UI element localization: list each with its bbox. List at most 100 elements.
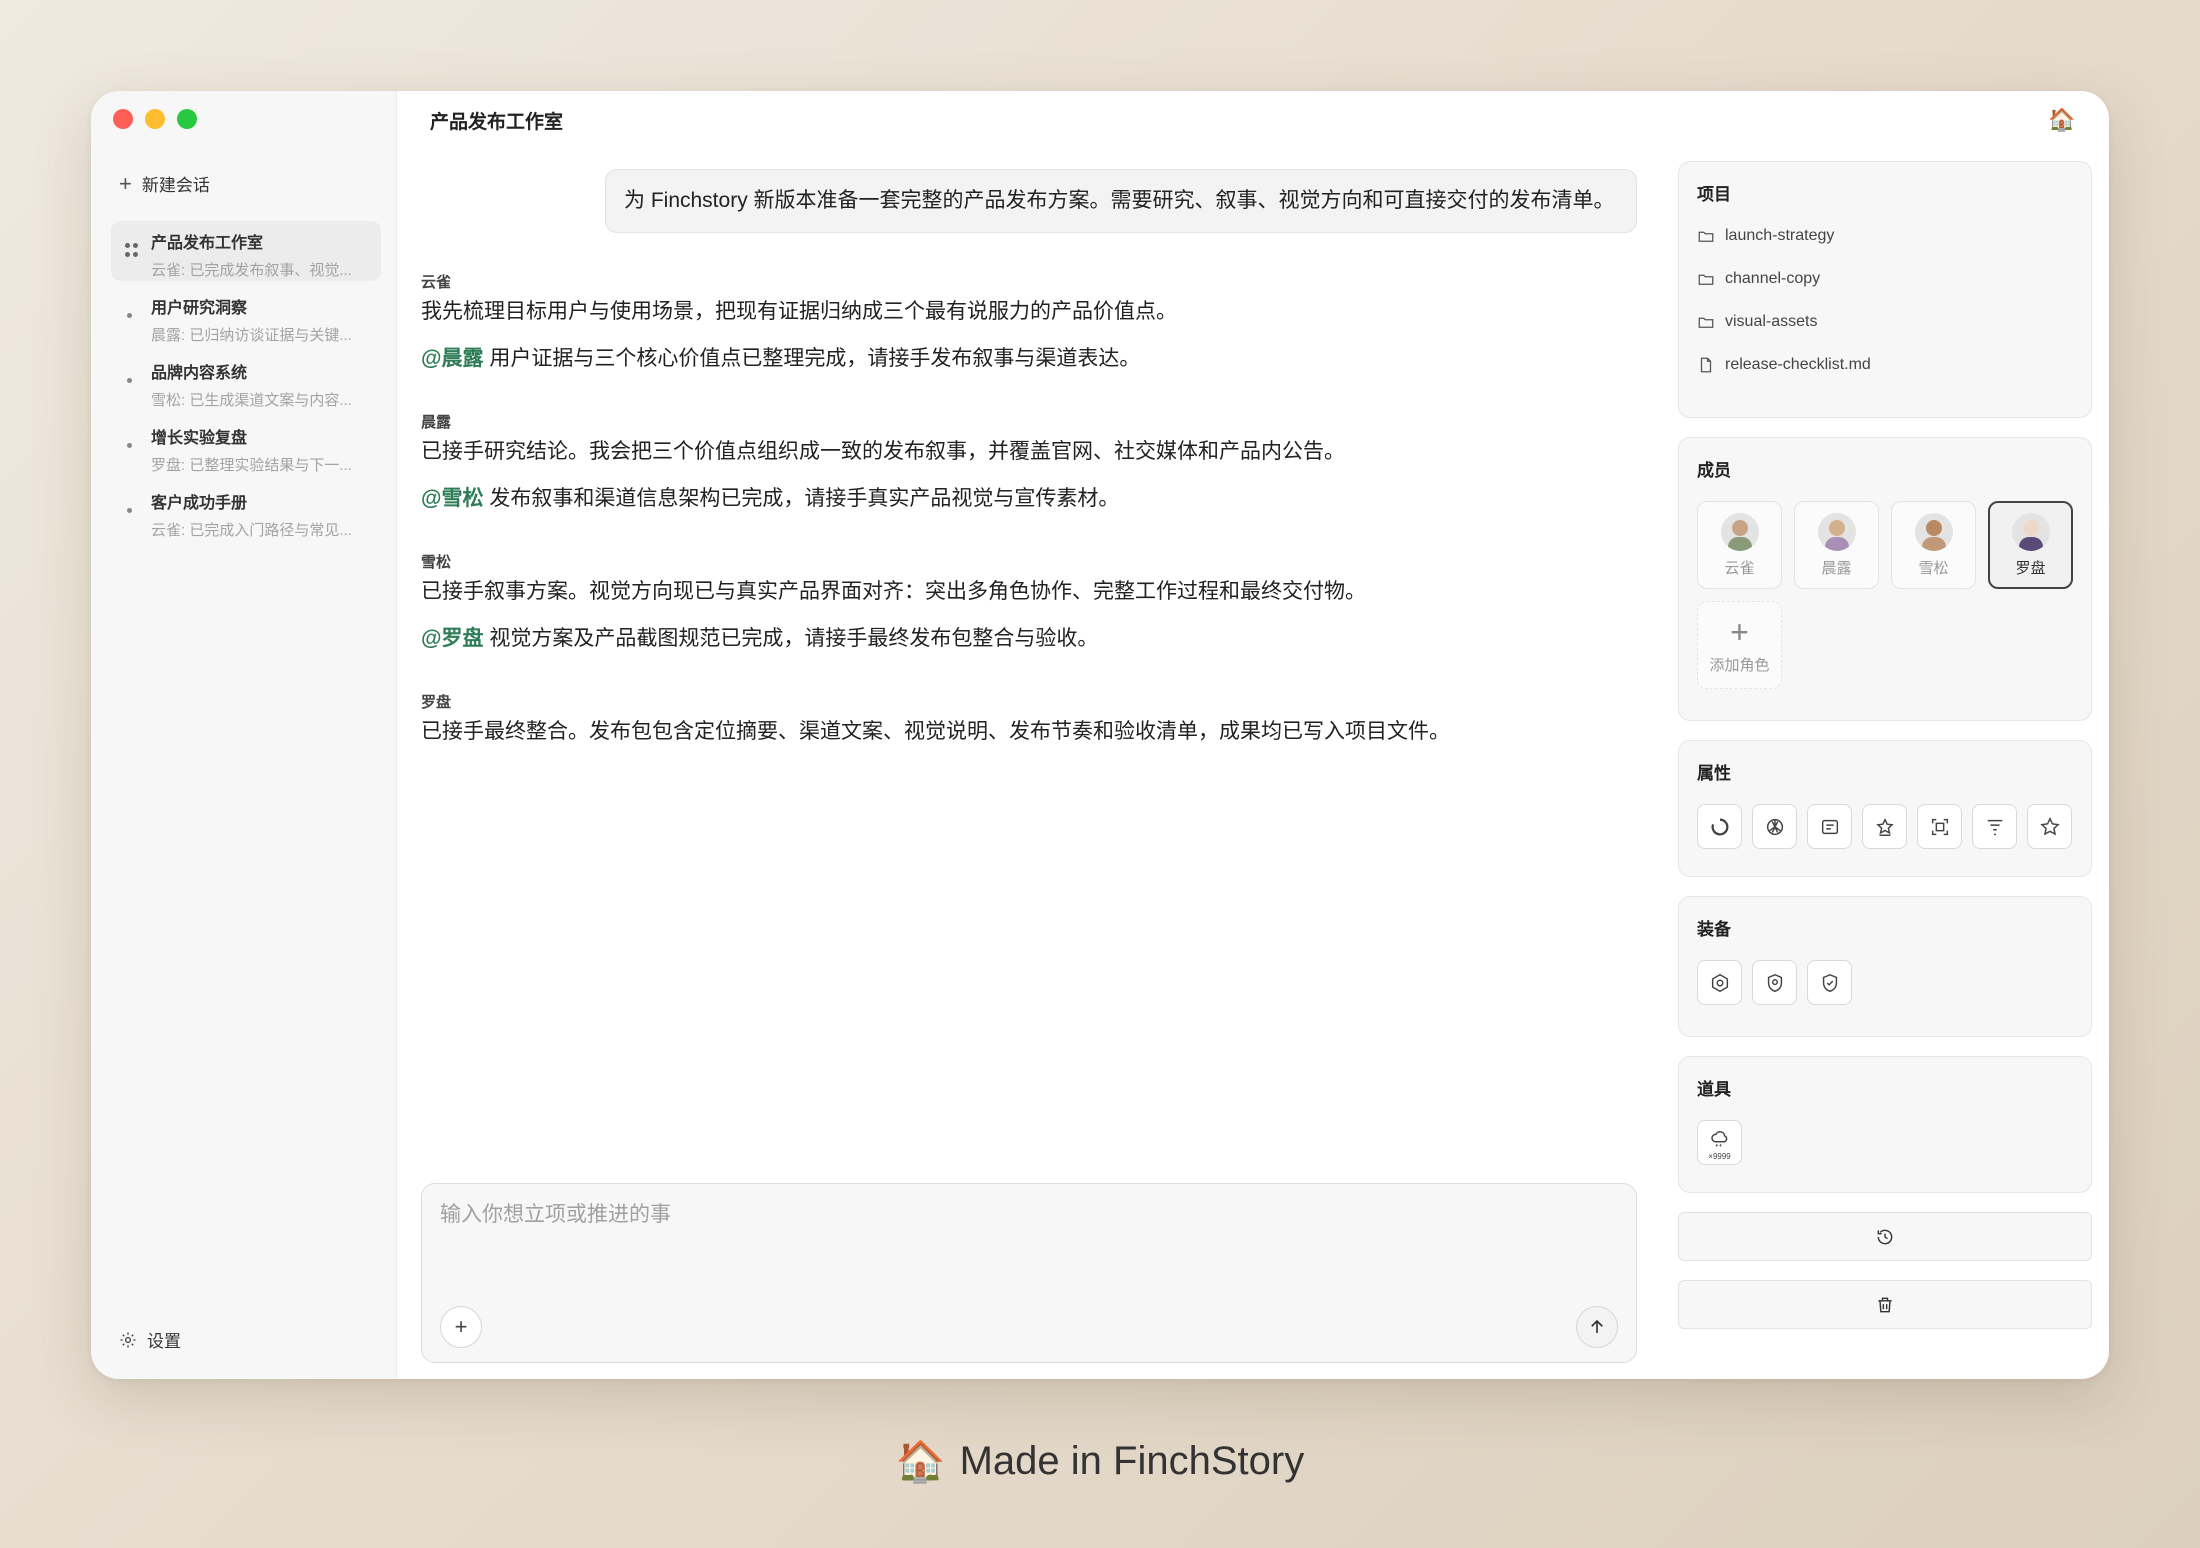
member-card[interactable]: 雪松 bbox=[1891, 501, 1976, 589]
progress-icon bbox=[1711, 818, 1728, 835]
filter-icon bbox=[1987, 819, 2002, 835]
send-button[interactable] bbox=[1576, 1306, 1618, 1348]
history-icon bbox=[1877, 1229, 1893, 1244]
house-icon: 🏠 bbox=[895, 1440, 946, 1484]
delete-button[interactable] bbox=[1678, 1280, 2092, 1329]
message-text: 已接手叙事方案。视觉方向现已与真实产品界面对齐：突出多角色协作、完整工作过程和最… bbox=[421, 580, 1366, 603]
attributes-card: 属性 bbox=[1678, 740, 2092, 877]
avatar bbox=[2011, 512, 2050, 551]
card-icon bbox=[1821, 819, 1838, 834]
project-card: 项目 launch-strategy channel-copy visual-a… bbox=[1678, 161, 2092, 418]
conversation-item[interactable]: 增长实验复盘 罗盘: 已整理实验结果与下一... bbox=[111, 416, 381, 476]
project-folder[interactable]: visual-assets bbox=[1697, 311, 2073, 333]
close-window-button[interactable] bbox=[113, 109, 133, 129]
message-input[interactable] bbox=[440, 1198, 1620, 1288]
maximize-window-button[interactable] bbox=[177, 109, 197, 129]
handoff-text: 发布叙事和渠道信息架构已完成，请接手真实产品视觉与宣传素材。 bbox=[489, 487, 1120, 510]
sidebar: + 新建会话 产品发布工作室 云雀: 已完成发布叙事、视觉... 用户研究洞察 … bbox=[91, 91, 397, 1379]
message-text: 已接手最终整合。发布包包含定位摘要、渠道文案、视觉说明、发布节奏和验收清单，成果… bbox=[421, 720, 1450, 743]
agent-message: 罗盘 已接手最终整合。发布包包含定位摘要、渠道文案、视觉说明、发布节奏和验收清单… bbox=[421, 691, 1637, 746]
mention-tag[interactable]: @雪松 bbox=[421, 487, 483, 510]
member-card[interactable]: 晨露 bbox=[1794, 501, 1879, 589]
progress-button[interactable] bbox=[1697, 804, 1742, 849]
avatar bbox=[1817, 512, 1856, 551]
message-speaker: 云雀 bbox=[421, 274, 452, 291]
new-chat-button[interactable]: + 新建会话 bbox=[119, 171, 210, 196]
message-composer: + bbox=[421, 1183, 1637, 1363]
conversation-preview: 晨露: 已归纳访谈证据与关键... bbox=[151, 327, 352, 344]
new-chat-label: 新建会话 bbox=[141, 176, 210, 195]
file-icon bbox=[1700, 357, 1712, 373]
page-title: 产品发布工作室 bbox=[430, 112, 564, 133]
project-folder[interactable]: channel-copy bbox=[1697, 268, 2073, 290]
house-icon[interactable]: 🏠 bbox=[2047, 105, 2077, 135]
items-card: 道具 ×9999 bbox=[1678, 1056, 2092, 1193]
footer-credit: 🏠 Made in FinchStory bbox=[0, 1438, 2200, 1485]
items-title: 道具 bbox=[1697, 1080, 1731, 1099]
dot-icon bbox=[127, 378, 132, 383]
member-card[interactable]: 云雀 bbox=[1697, 501, 1782, 589]
dot-icon bbox=[127, 508, 132, 513]
conversation-item[interactable]: 产品发布工作室 云雀: 已完成发布叙事、视觉... bbox=[111, 221, 381, 281]
scan-button[interactable] bbox=[1917, 804, 1962, 849]
item-list: ×9999 bbox=[1697, 1120, 2073, 1165]
star-icon bbox=[2039, 816, 2060, 835]
mention-tag[interactable]: @罗盘 bbox=[421, 627, 483, 650]
mention-tag[interactable]: @晨露 bbox=[421, 347, 483, 370]
conversation-title: 增长实验复盘 bbox=[151, 430, 248, 447]
file-name: launch-strategy bbox=[1725, 227, 1835, 244]
project-folder[interactable]: launch-strategy bbox=[1697, 225, 2073, 247]
equipment-slot[interactable] bbox=[1697, 960, 1742, 1005]
folder-icon bbox=[1698, 274, 1714, 285]
history-button[interactable] bbox=[1678, 1212, 2092, 1261]
plus-icon: + bbox=[454, 1314, 468, 1339]
conversation-preview: 云雀: 已完成发布叙事、视觉... bbox=[151, 262, 352, 279]
filter-button[interactable] bbox=[1972, 804, 2017, 849]
favorite-button[interactable] bbox=[2027, 804, 2072, 849]
project-file[interactable]: release-checklist.md bbox=[1697, 354, 2073, 376]
conversation-title: 产品发布工作室 bbox=[151, 235, 264, 252]
plus-icon: + bbox=[1730, 613, 1749, 650]
settings-button[interactable]: 设置 bbox=[119, 1327, 181, 1352]
conversation-item[interactable]: 客户成功手册 云雀: 已完成入门路径与常见... bbox=[111, 481, 381, 541]
item-slot[interactable]: ×9999 bbox=[1697, 1120, 1742, 1165]
message-text: 我先梳理目标用户与使用场景，把现有证据归纳成三个最有说服力的产品价值点。 bbox=[421, 300, 1177, 323]
add-role-button[interactable]: + 添加角色 bbox=[1697, 601, 1782, 689]
avatar bbox=[1914, 512, 1953, 551]
member-card-selected[interactable]: 罗盘 bbox=[1988, 501, 2073, 589]
plus-icon: + bbox=[119, 170, 132, 196]
folder-icon bbox=[1698, 317, 1714, 328]
openai-icon bbox=[1766, 818, 1783, 835]
equipment-slot[interactable] bbox=[1807, 960, 1852, 1005]
members-title: 成员 bbox=[1697, 461, 1731, 480]
chat-thread: 为 Finchstory 新版本准备一套完整的产品发布方案。需要研究、叙事、视觉… bbox=[421, 169, 1637, 746]
model-button[interactable] bbox=[1752, 804, 1797, 849]
message-speaker: 雪松 bbox=[421, 554, 452, 571]
project-title: 项目 bbox=[1697, 185, 1731, 204]
conversation-list: 产品发布工作室 云雀: 已完成发布叙事、视觉... 用户研究洞察 晨露: 已归纳… bbox=[111, 221, 381, 546]
conversation-item[interactable]: 用户研究洞察 晨露: 已归纳访谈证据与关键... bbox=[111, 286, 381, 346]
equipment-title: 装备 bbox=[1697, 920, 1731, 939]
file-name: release-checklist.md bbox=[1725, 356, 1871, 373]
attach-button[interactable]: + bbox=[440, 1306, 482, 1348]
card-button[interactable] bbox=[1807, 804, 1852, 849]
conversation-item[interactable]: 品牌内容系统 雪松: 已生成渠道文案与内容... bbox=[111, 351, 381, 411]
message-text: 已接手研究结论。我会把三个价值点组织成一致的发布叙事，并覆盖官网、社交媒体和产品… bbox=[421, 440, 1345, 463]
member-grid: 云雀 晨露 雪松 罗盘 + 添加角色 bbox=[1697, 501, 2073, 689]
trash-icon bbox=[1878, 1297, 1892, 1312]
equipment-icons bbox=[1697, 960, 2073, 1005]
star-outline-icon bbox=[1875, 817, 1894, 836]
handoff-line: @晨露 用户证据与三个核心价值点已整理完成，请接手发布叙事与渠道表达。 bbox=[421, 345, 1637, 373]
file-name: visual-assets bbox=[1725, 313, 1818, 330]
handoff-line: @罗盘 视觉方案及产品截图规范已完成，请接手最终发布包整合与验收。 bbox=[421, 625, 1637, 653]
footer-text: Made in FinchStory bbox=[959, 1439, 1305, 1483]
minimize-window-button[interactable] bbox=[145, 109, 165, 129]
window-controls bbox=[113, 109, 197, 129]
members-card: 成员 云雀 晨露 雪松 罗盘 + 添加角色 bbox=[1678, 437, 2092, 721]
rain-cloud-icon bbox=[1710, 1130, 1727, 1147]
attributes-title: 属性 bbox=[1697, 764, 1731, 783]
equipment-slot[interactable] bbox=[1752, 960, 1797, 1005]
member-name: 晨露 bbox=[1821, 559, 1852, 577]
badge-button[interactable] bbox=[1862, 804, 1907, 849]
item-count: ×9999 bbox=[1708, 1152, 1731, 1161]
